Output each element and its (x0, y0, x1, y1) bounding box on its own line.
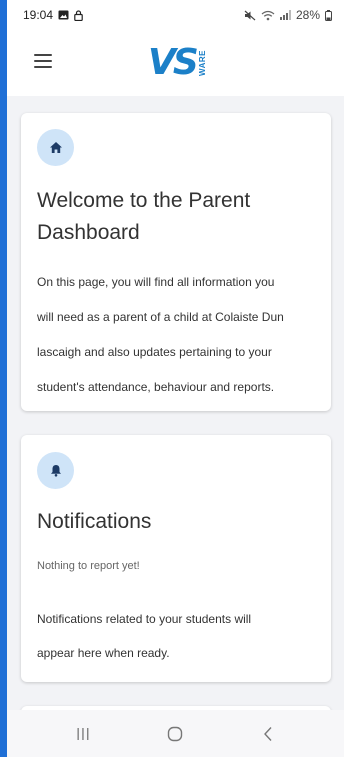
status-time: 19:04 (23, 8, 54, 22)
notifications-line: appear here when ready. (37, 646, 170, 660)
welcome-line: lascaigh and also updates pertaining to … (37, 345, 272, 359)
notifications-card: Notifications Nothing to report yet! Not… (21, 435, 331, 682)
home-circle-icon[interactable] (155, 719, 195, 749)
signal-icon (279, 10, 291, 20)
gallery-icon (58, 10, 69, 20)
vsware-logo: VS WARE (148, 40, 218, 86)
welcome-title: Welcome to the Parent Dashboard (37, 189, 251, 244)
battery-percent: 28% (295, 8, 320, 22)
notifications-text: Notifications related to your students w… (37, 606, 317, 666)
system-nav-bar (7, 710, 344, 757)
mute-icon (244, 10, 256, 20)
status-right: 28% (244, 8, 332, 22)
battery-icon (325, 9, 332, 21)
welcome-card: Welcome to the Parent Dashboard On this … (21, 113, 331, 411)
back-chevron-icon[interactable] (248, 719, 288, 749)
lock-icon (74, 9, 83, 21)
welcome-text: On this page, you will find all informat… (37, 269, 319, 400)
wifi-icon (261, 10, 275, 20)
bell-icon (37, 452, 74, 489)
status-bar: 19:04 28% (7, 0, 344, 30)
notifications-title: Notifications (37, 510, 152, 533)
home-icon (37, 129, 74, 166)
menu-icon[interactable] (34, 54, 52, 68)
dashboard-content: Welcome to the Parent Dashboard On this … (7, 96, 344, 710)
logo-text: VS (148, 42, 199, 83)
recent-apps-icon[interactable] (63, 719, 103, 749)
notifications-line: Notifications related to your students w… (37, 612, 252, 626)
logo-side-text: WARE (197, 50, 207, 76)
status-left: 19:04 (23, 8, 83, 22)
welcome-line: student's attendance, behaviour and repo… (37, 380, 275, 394)
welcome-line: will need as a parent of a child at Cola… (37, 310, 284, 324)
app-header: VS WARE (7, 30, 344, 96)
empty-state-text: Nothing to report yet! (37, 560, 140, 572)
welcome-line: On this page, you will find all informat… (37, 275, 275, 289)
left-edge-strip (0, 0, 7, 757)
